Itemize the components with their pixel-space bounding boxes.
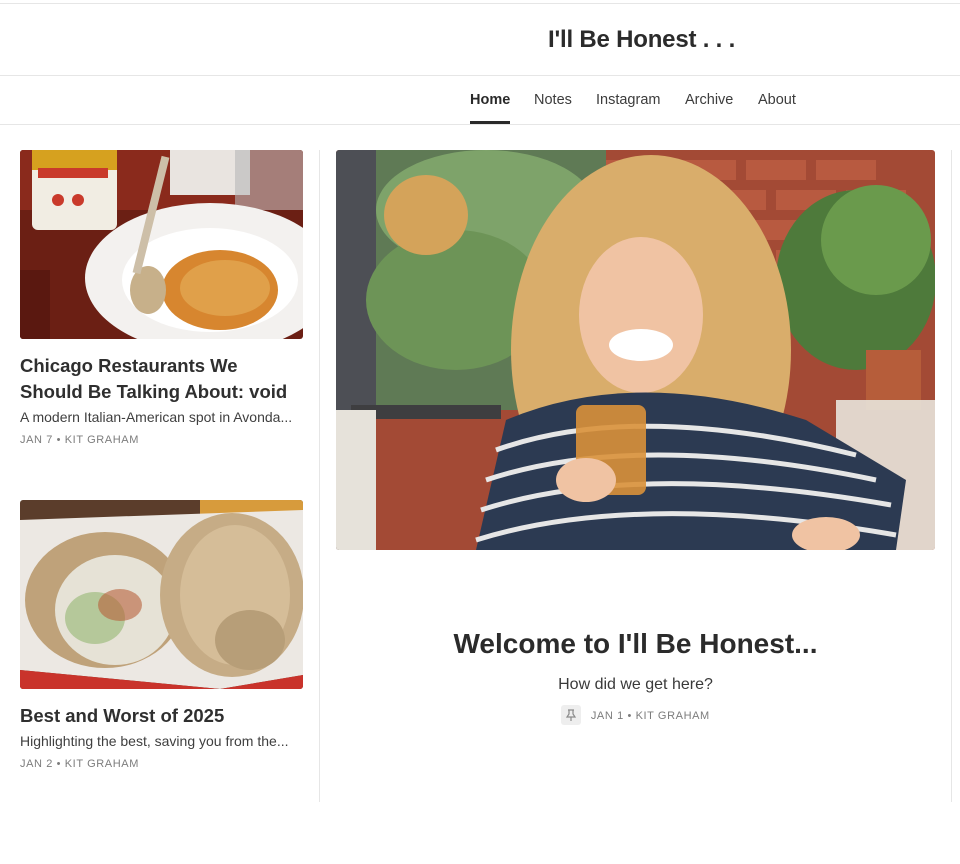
featured-title[interactable]: Welcome to I'll Be Honest...: [336, 628, 935, 660]
post-card[interactable]: Best and Worst of 2025 Highlighting the …: [20, 500, 303, 770]
post-thumbnail-pasta[interactable]: [20, 150, 303, 339]
main-nav: Home Notes Instagram Archive About: [0, 76, 960, 125]
post-title[interactable]: Best and Worst of 2025: [20, 703, 303, 729]
post-subtitle: Highlighting the best, saving you from t…: [20, 733, 289, 749]
column-divider: [319, 150, 320, 802]
post-date: JAN 7: [20, 434, 53, 446]
site-header: I'll Be Honest . . .: [0, 4, 960, 76]
meta-separator: •: [627, 709, 632, 722]
featured-subtitle: How did we get here?: [558, 676, 713, 693]
post-date: JAN 2: [20, 758, 53, 770]
post-author[interactable]: KIT GRAHAM: [65, 434, 139, 446]
post-subtitle: A modern Italian-American spot in Avonda…: [20, 409, 293, 425]
featured-image[interactable]: [336, 150, 935, 550]
post-title[interactable]: Chicago Restaurants We Should Be Talking…: [20, 353, 303, 405]
column-divider-right: [951, 150, 952, 802]
burrito-image: [20, 500, 303, 689]
meta-separator: •: [56, 758, 62, 770]
meta-separator: •: [56, 434, 62, 446]
post-meta: JAN 2 • KIT GRAHAM: [20, 758, 303, 770]
smiling-woman-photo: [336, 150, 935, 550]
site-title[interactable]: I'll Be Honest . . .: [548, 26, 735, 54]
nav-about[interactable]: About: [758, 92, 796, 108]
post-meta: JAN 7 • KIT GRAHAM: [20, 434, 303, 446]
nav-active-indicator: [470, 121, 510, 124]
post-thumbnail-burrito[interactable]: [20, 500, 303, 689]
featured-author[interactable]: KIT GRAHAM: [636, 710, 710, 722]
featured-meta: JAN 1 • KIT GRAHAM: [336, 705, 935, 726]
nav-instagram[interactable]: Instagram: [596, 92, 660, 108]
pasta-dish-image: [20, 150, 303, 339]
nav-home[interactable]: Home: [470, 92, 510, 108]
nav-archive[interactable]: Archive: [685, 92, 733, 108]
pin-icon: [561, 705, 582, 725]
featured-date: JAN 1: [590, 709, 624, 722]
post-card[interactable]: Chicago Restaurants We Should Be Talking…: [20, 150, 303, 446]
post-author[interactable]: KIT GRAHAM: [65, 758, 139, 770]
nav-notes[interactable]: Notes: [534, 92, 572, 108]
